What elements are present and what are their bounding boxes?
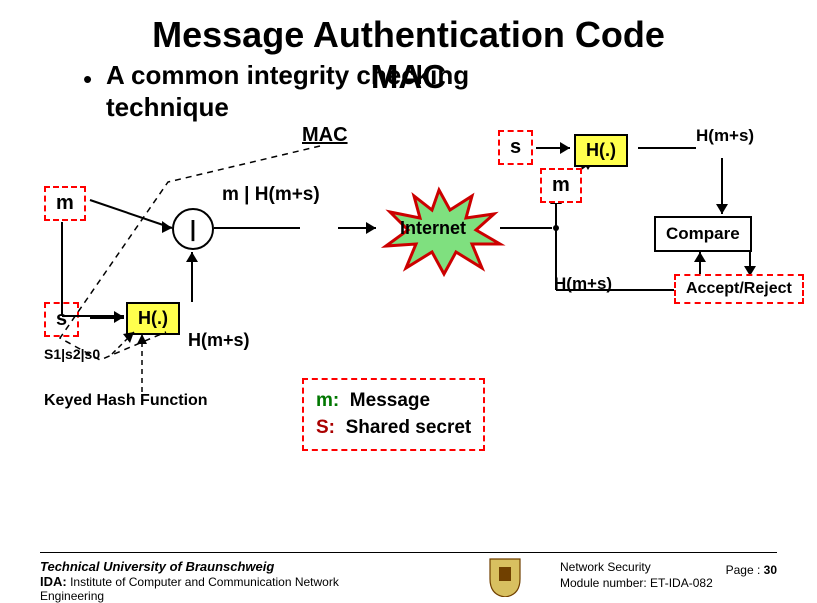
footer-page-number: 30 [764,563,777,577]
legend-box: m: Message S: Shared secret [302,378,485,451]
legend-m-key: m: [316,390,339,411]
compare-block: Compare [654,216,752,252]
receiver-message-box: m [540,168,582,203]
slide-footer: Technical University of Braunschweig IDA… [40,552,777,559]
legend-s-val: Shared secret [346,417,472,438]
footer-ida-rest: Institute of Computer and Communication … [40,575,339,603]
legend-s-key: S: [316,417,335,438]
receiver-hash-block: H(.) [574,134,628,167]
university-crest-icon [488,557,522,597]
receiver-secret-box: s [498,130,533,165]
footer-page-label: Page : [726,563,761,577]
footer-course: Network Security [560,559,713,575]
receiver-hms-top: H(m+s) [696,126,754,146]
legend-m-val: Message [350,390,430,411]
receiver-hms-bottom: H(m+s) [554,274,612,294]
footer-ida-bold: IDA: [40,574,67,589]
footer-module: Module number: ET-IDA-082 [560,575,713,591]
verdict-box: Accept/Reject [674,274,804,304]
